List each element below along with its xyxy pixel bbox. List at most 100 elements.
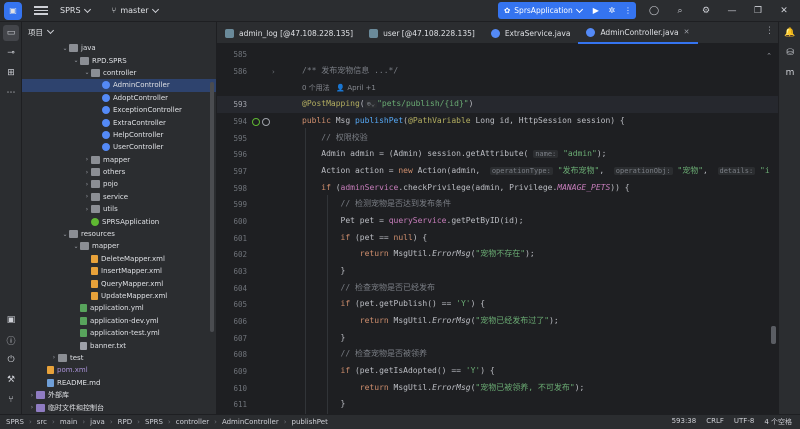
- close-icon[interactable]: ✕: [776, 3, 792, 19]
- close-icon[interactable]: ✕: [684, 28, 690, 36]
- tree-item-label: service: [103, 192, 129, 201]
- chevron-down-icon[interactable]: ⌄: [72, 243, 80, 250]
- commit-icon[interactable]: ⊸: [3, 45, 19, 61]
- code-line-598: if (adminService.checkPrivilege(admin, P…: [321, 183, 630, 192]
- chevron-right-icon[interactable]: ›: [28, 404, 36, 411]
- terminal-icon[interactable]: ▣: [3, 312, 19, 328]
- chevron-down-icon[interactable]: ⌄: [61, 231, 69, 238]
- tree-item[interactable]: ⌄ resources: [22, 228, 216, 240]
- spring-bean-icon[interactable]: [252, 118, 260, 126]
- tree-item[interactable]: InsertMapper.xml: [22, 265, 216, 277]
- chevron-down-icon[interactable]: ⌄: [61, 45, 69, 52]
- tree-item[interactable]: SPRSApplication: [22, 215, 216, 227]
- tree-item[interactable]: ExceptionController: [22, 104, 216, 116]
- tree-item[interactable]: ⌄ java: [22, 42, 216, 54]
- chevron-right-icon[interactable]: ›: [28, 392, 36, 399]
- notifications-icon[interactable]: 🔔: [782, 25, 798, 41]
- chevron-right-icon[interactable]: ›: [83, 156, 91, 163]
- caret-position[interactable]: 593:38: [672, 417, 697, 427]
- breadcrumb-item[interactable]: AdminController: [222, 418, 279, 426]
- tree-item[interactable]: DeleteMapper.xml: [22, 253, 216, 265]
- chevron-down-icon[interactable]: ⌄: [83, 69, 91, 76]
- more-tools-icon[interactable]: ⋯: [3, 85, 19, 101]
- profile-icon[interactable]: ◯: [646, 3, 662, 19]
- main-menu-icon[interactable]: [34, 4, 48, 18]
- tree-item[interactable]: ExtraController: [22, 116, 216, 128]
- database-icon[interactable]: ⛁: [782, 45, 798, 61]
- project-scrollbar[interactable]: [210, 82, 214, 332]
- branch-switcher[interactable]: ⑂ master: [112, 5, 159, 15]
- breadcrumb-item[interactable]: src: [37, 418, 47, 426]
- tree-item[interactable]: ⌄ controller: [22, 67, 216, 79]
- build-icon[interactable]: ⚒: [3, 372, 19, 388]
- tree-item[interactable]: › 临时文件和控制台: [22, 401, 216, 413]
- structure-icon[interactable]: ⊞: [3, 65, 19, 81]
- tabs-more-icon[interactable]: ⋮: [765, 26, 774, 36]
- tree-item[interactable]: › test: [22, 352, 216, 364]
- tree-item[interactable]: ⌄ mapper: [22, 240, 216, 252]
- line-separator[interactable]: CRLF: [706, 417, 724, 427]
- tree-item[interactable]: AdminController: [22, 79, 216, 92]
- editor-tab[interactable]: admin_log [@47.108.228.135]: [217, 22, 361, 44]
- restore-icon[interactable]: ❐: [750, 3, 766, 19]
- services-icon[interactable]: ⏻: [3, 352, 19, 368]
- breadcrumb-item[interactable]: SPRS: [145, 418, 163, 426]
- tree-item[interactable]: application.yml: [22, 302, 216, 314]
- tree-item[interactable]: › 外部库: [22, 389, 216, 401]
- tree-item[interactable]: application-dev.yml: [22, 315, 216, 327]
- project-switcher[interactable]: SPRS: [60, 5, 91, 15]
- minimize-icon[interactable]: —: [724, 3, 740, 19]
- tree-item[interactable]: QueryMapper.xml: [22, 277, 216, 289]
- line-number: 609: [233, 367, 247, 376]
- chevron-right-icon[interactable]: ›: [83, 169, 91, 176]
- tree-item-label: ExtraController: [113, 118, 166, 127]
- run-icon[interactable]: ▶: [588, 2, 604, 19]
- tree-item[interactable]: › mapper: [22, 154, 216, 166]
- git-icon[interactable]: ⑂: [3, 392, 19, 408]
- breadcrumb-item[interactable]: SPRS: [6, 418, 24, 426]
- project-folder-icon[interactable]: ▭: [3, 25, 19, 41]
- tree-item[interactable]: pom.xml: [22, 364, 216, 376]
- tree-item[interactable]: HelpController: [22, 129, 216, 141]
- more-icon[interactable]: ⋮: [620, 2, 636, 19]
- chevron-right-icon[interactable]: ›: [83, 206, 91, 213]
- fold-arrow-icon[interactable]: ›: [272, 68, 275, 76]
- search-icon[interactable]: ⌕: [672, 3, 688, 19]
- debug-icon[interactable]: ✲: [604, 2, 620, 19]
- maven-icon[interactable]: m: [782, 65, 798, 81]
- tree-item[interactable]: AdoptController: [22, 92, 216, 104]
- chevron-right-icon[interactable]: ›: [50, 354, 58, 361]
- tree-item[interactable]: UpdateMapper.xml: [22, 290, 216, 302]
- editor-scrollbar[interactable]: [771, 326, 776, 344]
- tree-item[interactable]: README.md: [22, 377, 216, 389]
- breadcrumb-item[interactable]: main: [60, 418, 78, 426]
- tree-item[interactable]: banner.txt: [22, 339, 216, 351]
- chevron-right-icon[interactable]: ›: [83, 193, 91, 200]
- breadcrumb-item[interactable]: RPD: [118, 418, 132, 426]
- inspection-widget[interactable]: ⌃: [766, 52, 772, 60]
- run-config-selector[interactable]: ✿ SprsApplication: [498, 2, 588, 19]
- file-encoding[interactable]: UTF-8: [734, 417, 754, 427]
- breadcrumb-item[interactable]: controller: [176, 418, 209, 426]
- editor-tab[interactable]: ExtraService.java: [483, 22, 579, 44]
- tree-item[interactable]: application-test.yml: [22, 327, 216, 339]
- tree-item[interactable]: › utils: [22, 203, 216, 215]
- tree-item[interactable]: › pojo: [22, 178, 216, 190]
- tree-item[interactable]: › service: [22, 191, 216, 203]
- web-request-icon[interactable]: [262, 118, 270, 126]
- editor-tab[interactable]: user [@47.108.228.135]: [361, 22, 483, 44]
- indent-setting[interactable]: 4 个空格: [764, 417, 792, 427]
- tree-item[interactable]: ⌄ RPD.SPRS: [22, 54, 216, 66]
- editor-tab[interactable]: AdminController.java ✕: [578, 22, 698, 44]
- problems-icon[interactable]: ⓘ: [3, 332, 19, 348]
- settings-gear-icon[interactable]: ⚙: [698, 3, 714, 19]
- tree-item[interactable]: › others: [22, 166, 216, 178]
- breadcrumb-item[interactable]: publishPet: [292, 418, 328, 426]
- usages-lens[interactable]: 0 个用法: [302, 84, 330, 92]
- tree-item[interactable]: UserController: [22, 141, 216, 153]
- code-editor[interactable]: 585 586 593 594 595 596 597 598 599 600 601 602 603 6…: [217, 44, 778, 414]
- author-lens[interactable]: April +1: [347, 84, 376, 92]
- chevron-right-icon[interactable]: ›: [83, 181, 91, 188]
- chevron-down-icon[interactable]: ⌄: [72, 57, 80, 64]
- breadcrumb-item[interactable]: java: [90, 418, 105, 426]
